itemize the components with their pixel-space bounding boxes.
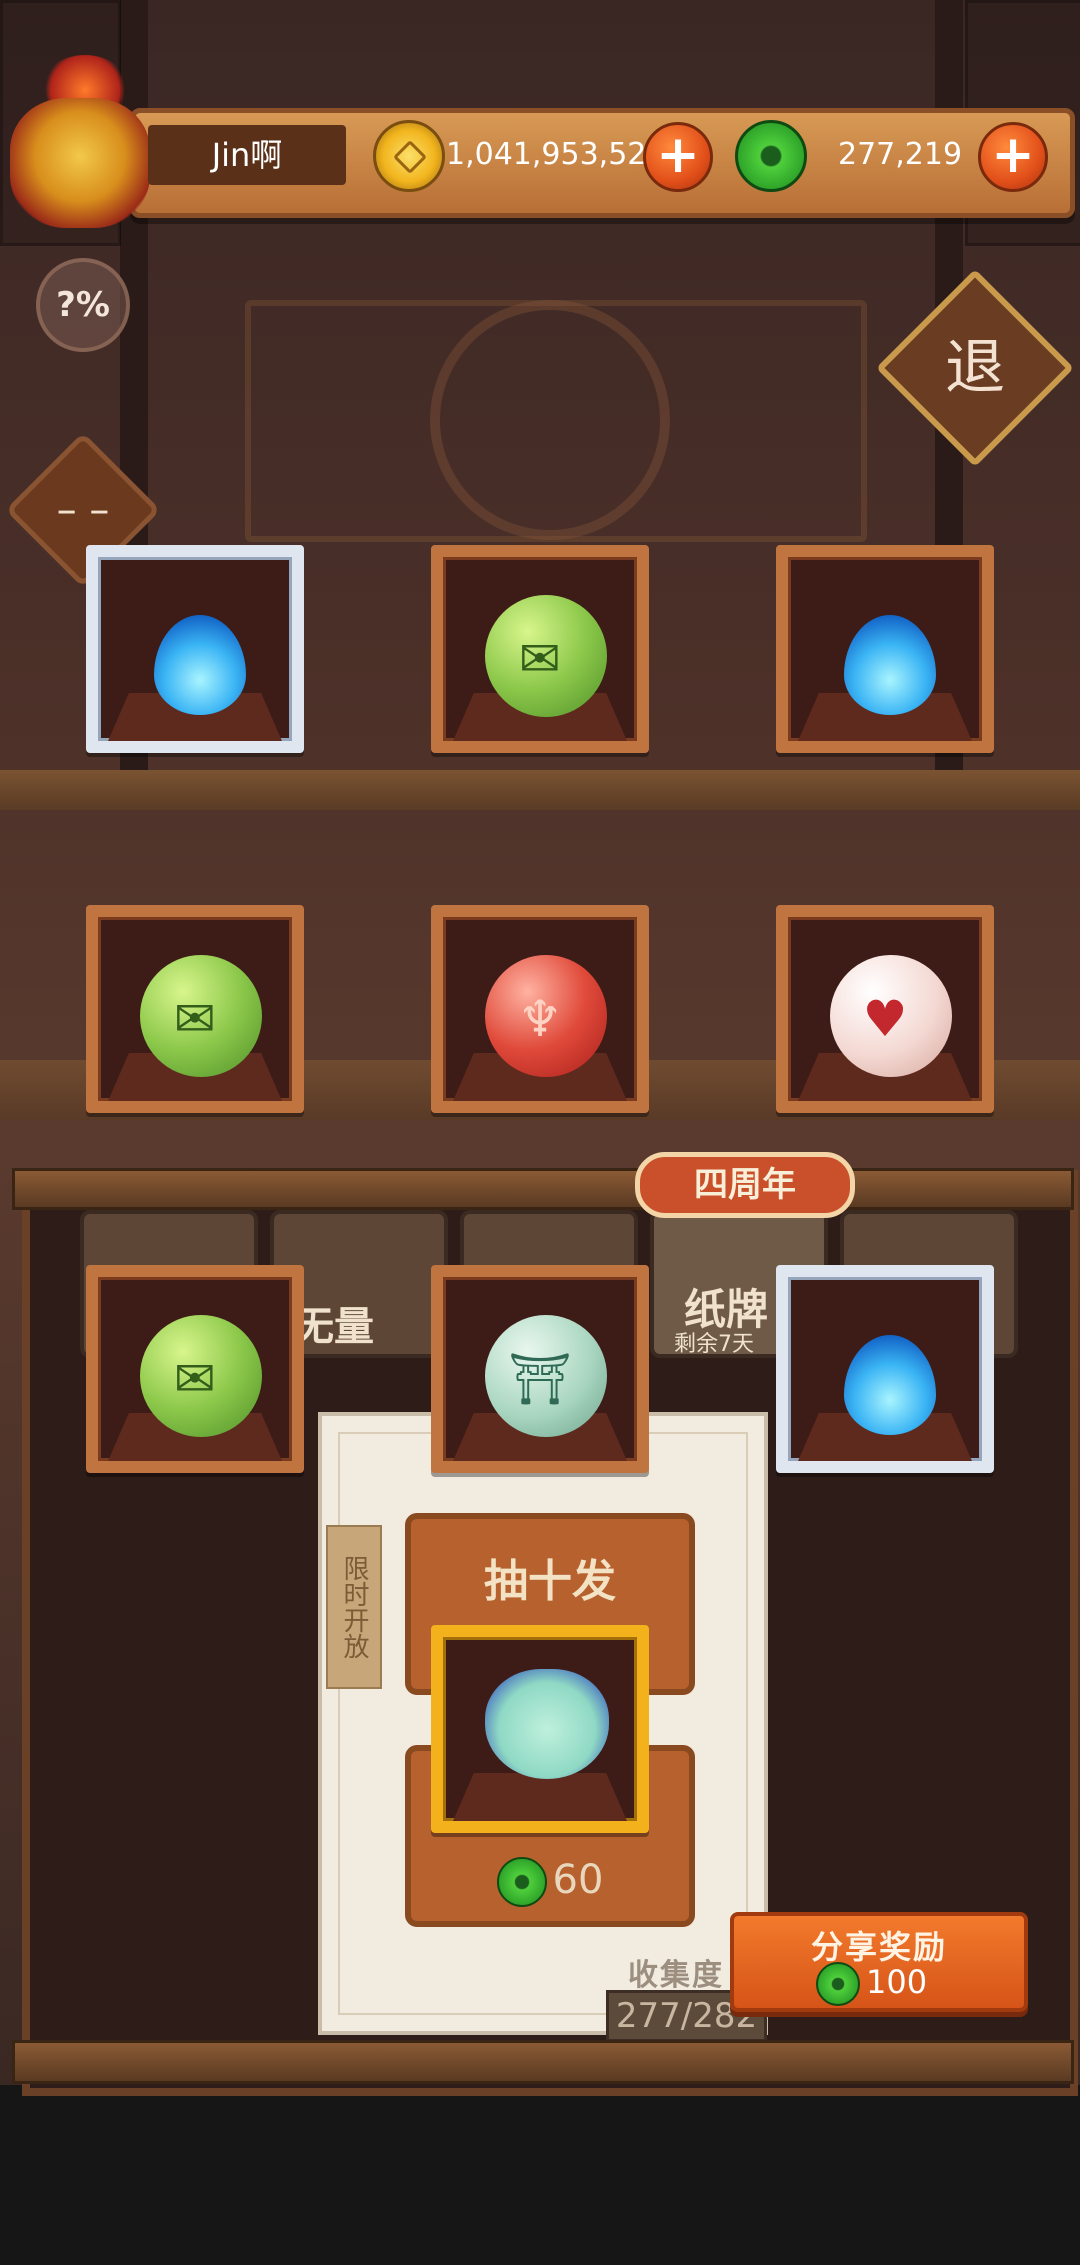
player-avatar[interactable] [10, 98, 150, 228]
draw-ten-label: 抽十发 [484, 1556, 616, 1607]
gold-coin-icon [373, 120, 445, 192]
item-slot[interactable] [776, 545, 994, 753]
share-reward-value: 100 [866, 1963, 928, 2001]
totem-glyph: ⛩ [508, 1350, 572, 1408]
wood-beam [12, 1168, 1074, 1210]
jade-coin-icon [735, 120, 807, 192]
scroll-glyph: ✉ [519, 630, 561, 688]
blue-flame-icon [844, 615, 936, 715]
share-reward-button[interactable]: 分享奖励 100 [730, 1912, 1028, 2012]
tab-label: 无量 [294, 1304, 374, 1350]
plus-icon: + [656, 125, 700, 185]
flower-creature-icon [485, 1669, 609, 1779]
wood-beam [12, 2040, 1074, 2084]
tab-remaining: 剩余7天 [674, 1332, 754, 1357]
item-slot[interactable]: ✉ [431, 545, 649, 753]
draw-one-cost: 60 [411, 1857, 689, 1907]
heart-card-glyph: ♥ [862, 990, 908, 1048]
help-odds-button[interactable]: ?% [36, 258, 130, 352]
item-slot[interactable] [776, 1265, 994, 1473]
spade-emblem [430, 300, 670, 540]
collection-label: 收集度 [628, 1958, 724, 1993]
slot-floor [453, 1773, 627, 1821]
jade-coin-icon [496, 1857, 547, 1907]
item-slot[interactable]: ♆ [431, 905, 649, 1113]
blue-flame-icon [844, 1335, 936, 1435]
gold-amount: 1,041,953,522 [446, 137, 666, 172]
limited-time-tag: 限时开放 [326, 1525, 382, 1689]
item-slot[interactable]: ⛩ [431, 1265, 649, 1473]
plus-icon: + [991, 125, 1035, 185]
jade-coin-icon [816, 1962, 860, 2006]
item-slot[interactable]: ✉ [86, 905, 304, 1113]
player-name: Jin啊 [148, 125, 346, 185]
counter-shelf [0, 770, 1080, 810]
item-slot[interactable]: ♥ [776, 905, 994, 1113]
scroll-glyph: ✉ [174, 990, 216, 1048]
wings-glyph: ♆ [517, 990, 563, 1048]
blue-flame-icon [154, 615, 246, 715]
draw-one-cost-value: 60 [552, 1857, 604, 1903]
share-reward: 100 [816, 1962, 927, 2006]
add-jade-button[interactable]: + [978, 122, 1048, 192]
item-slot[interactable] [431, 1625, 649, 1833]
add-gold-button[interactable]: + [643, 122, 713, 192]
anniversary-badge: 四周年 [635, 1152, 855, 1218]
item-slot[interactable] [86, 545, 304, 753]
scroll-glyph: ✉ [174, 1350, 216, 1408]
jade-amount: 277,219 [838, 137, 963, 172]
exit-label: 退 [945, 333, 1005, 403]
item-slot[interactable]: ✉ [86, 1265, 304, 1473]
